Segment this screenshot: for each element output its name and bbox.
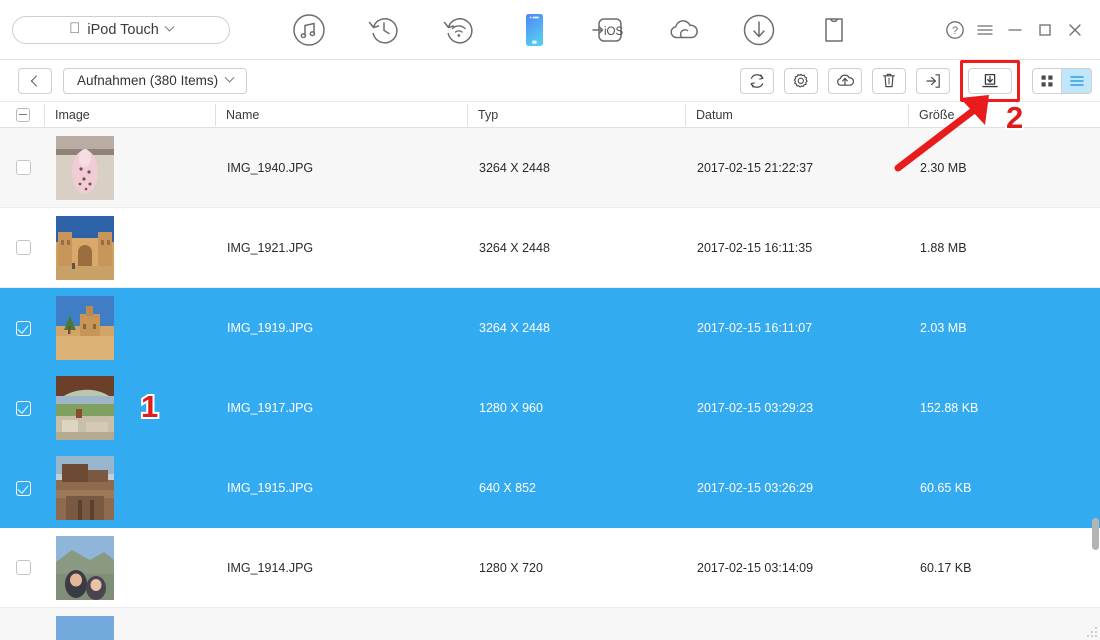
svg-text:iOS: iOS xyxy=(604,26,624,38)
cloud-icon[interactable] xyxy=(646,0,721,60)
cell-name: IMG_1940.JPG xyxy=(227,160,314,175)
cell-datum: 2017-02-15 16:11:35 xyxy=(697,240,813,255)
window-resize-grip[interactable] xyxy=(1086,626,1098,638)
maximize-icon[interactable] xyxy=(1030,10,1060,50)
table-row[interactable]: IMG_1917.JPG 1280 X 960 2017-02-15 03:29… xyxy=(0,368,1100,448)
view-mode-toggle xyxy=(1032,67,1092,94)
cell-name: IMG_1914.JPG xyxy=(227,560,314,575)
wifi-restore-icon[interactable] xyxy=(421,0,496,60)
row-checkbox[interactable] xyxy=(16,480,31,496)
top-toolbar:  iPod Touch xyxy=(0,0,1100,60)
cell-groesse: 2.03 MB xyxy=(920,321,967,335)
upload-cloud-button[interactable] xyxy=(828,67,862,94)
device-phone-icon[interactable] xyxy=(496,0,571,60)
chevron-down-icon xyxy=(164,21,175,32)
folder-label: Aufnahmen (380 Items) xyxy=(77,73,219,88)
cell-groesse: 1.88 MB xyxy=(920,240,967,255)
cell-typ: 1280 X 720 xyxy=(479,560,543,575)
cell-name: IMG_1917.JPG xyxy=(227,401,314,415)
table-row[interactable]: IMG_1919.JPG 3264 X 2448 2017-02-15 16:1… xyxy=(0,288,1100,368)
row-checkbox[interactable] xyxy=(16,320,31,336)
minimize-icon[interactable] xyxy=(1000,10,1030,50)
refresh-button[interactable] xyxy=(740,67,774,94)
cell-datum: 2017-02-15 03:26:29 xyxy=(697,481,814,495)
column-divider xyxy=(685,104,686,126)
cell-name: IMG_1919.JPG xyxy=(227,321,314,335)
folder-selector[interactable]: Aufnahmen (380 Items) xyxy=(63,67,248,94)
download-icon[interactable] xyxy=(721,0,796,60)
device-selector[interactable]:  iPod Touch xyxy=(12,15,230,44)
cell-groesse: 60.17 KB xyxy=(920,560,972,575)
table-row[interactable]: IMG_1914.JPG 1280 X 720 2017-02-15 03:14… xyxy=(0,528,1100,608)
thumbnail-image xyxy=(56,376,114,440)
column-divider xyxy=(908,104,909,126)
svg-text:?: ? xyxy=(952,25,958,37)
column-header-groesse[interactable]: Größe xyxy=(919,108,954,122)
chevron-down-icon xyxy=(224,72,235,83)
cell-datum: 2017-02-15 16:11:07 xyxy=(697,321,813,335)
table-row[interactable]: IMG_1915.JPG 640 X 852 2017-02-15 03:26:… xyxy=(0,448,1100,528)
action-button-group xyxy=(740,59,1092,102)
column-header-datum[interactable]: Datum xyxy=(696,108,733,122)
settings-button[interactable] xyxy=(784,67,818,94)
cell-typ: 3264 X 2448 xyxy=(479,240,550,255)
chevron-left-icon xyxy=(30,74,43,87)
list-view-button[interactable] xyxy=(1062,67,1092,94)
window-controls: ? xyxy=(940,0,1090,60)
cell-groesse: 152.88 KB xyxy=(920,401,979,415)
cell-name: IMG_1915.JPG xyxy=(227,481,314,495)
cell-typ: 3264 X 2448 xyxy=(479,160,550,175)
cell-datum: 2017-02-15 21:22:37 xyxy=(697,160,814,175)
table-row[interactable]: IMG_1921.JPG 3264 X 2448 2017-02-15 16:1… xyxy=(0,208,1100,288)
column-divider xyxy=(215,104,216,126)
row-checkbox[interactable] xyxy=(16,240,31,255)
row-checkbox[interactable] xyxy=(16,560,31,575)
thumbnail-image xyxy=(56,296,114,360)
import-button[interactable] xyxy=(916,67,950,94)
file-list: IMG_1940.JPG 3264 X 2448 2017-02-15 21:2… xyxy=(0,128,1100,640)
table-row[interactable]: IMG_1940.JPG 3264 X 2448 2017-02-15 21:2… xyxy=(0,128,1100,208)
to-ios-icon[interactable]: iOS xyxy=(571,0,646,60)
select-all-checkbox[interactable] xyxy=(16,108,30,122)
table-row[interactable] xyxy=(0,608,1100,640)
column-divider xyxy=(467,104,468,126)
thumbnail-image xyxy=(56,456,114,520)
cell-groesse: 60.65 KB xyxy=(920,481,972,495)
menu-hamburger-icon[interactable] xyxy=(970,10,1000,50)
cell-groesse: 2.30 MB xyxy=(920,160,967,175)
delete-button[interactable] xyxy=(872,67,906,94)
row-checkbox[interactable] xyxy=(16,400,31,416)
table-header: Image Name Typ Datum Größe xyxy=(0,102,1100,128)
column-header-name[interactable]: Name xyxy=(226,108,259,122)
close-icon[interactable] xyxy=(1060,10,1090,50)
nav-icon-group: iOS xyxy=(271,0,871,60)
column-header-image[interactable]: Image xyxy=(55,108,90,122)
thumbnail-image xyxy=(56,215,114,280)
thumbnail-image xyxy=(56,135,114,200)
export-button[interactable] xyxy=(968,67,1012,94)
help-icon[interactable]: ? xyxy=(940,10,970,50)
cell-typ: 1280 X 960 xyxy=(479,401,543,415)
cell-datum: 2017-02-15 03:14:09 xyxy=(697,560,814,575)
thumbnail-image xyxy=(56,535,114,600)
sub-toolbar: Aufnahmen (380 Items) xyxy=(0,59,1100,102)
grid-view-button[interactable] xyxy=(1032,67,1062,94)
back-button[interactable] xyxy=(18,67,52,94)
music-icon[interactable] xyxy=(271,0,346,60)
column-header-typ[interactable]: Typ xyxy=(478,108,498,122)
cell-typ: 640 X 852 xyxy=(479,481,536,495)
export-button-highlight xyxy=(960,59,1020,102)
row-checkbox[interactable] xyxy=(16,160,31,175)
history-restore-icon[interactable] xyxy=(346,0,421,60)
cell-datum: 2017-02-15 03:29:23 xyxy=(697,401,814,415)
device-name-label: iPod Touch xyxy=(81,21,158,38)
vertical-scrollbar[interactable] xyxy=(1091,128,1100,640)
thumbnail-image xyxy=(56,615,114,640)
scrollbar-thumb[interactable] xyxy=(1092,518,1099,550)
cell-typ: 3264 X 2448 xyxy=(479,321,550,335)
column-divider xyxy=(44,104,45,126)
toolkit-shirt-icon[interactable] xyxy=(796,0,871,60)
cell-name: IMG_1921.JPG xyxy=(227,240,314,255)
apple-logo-icon:  xyxy=(69,21,80,36)
